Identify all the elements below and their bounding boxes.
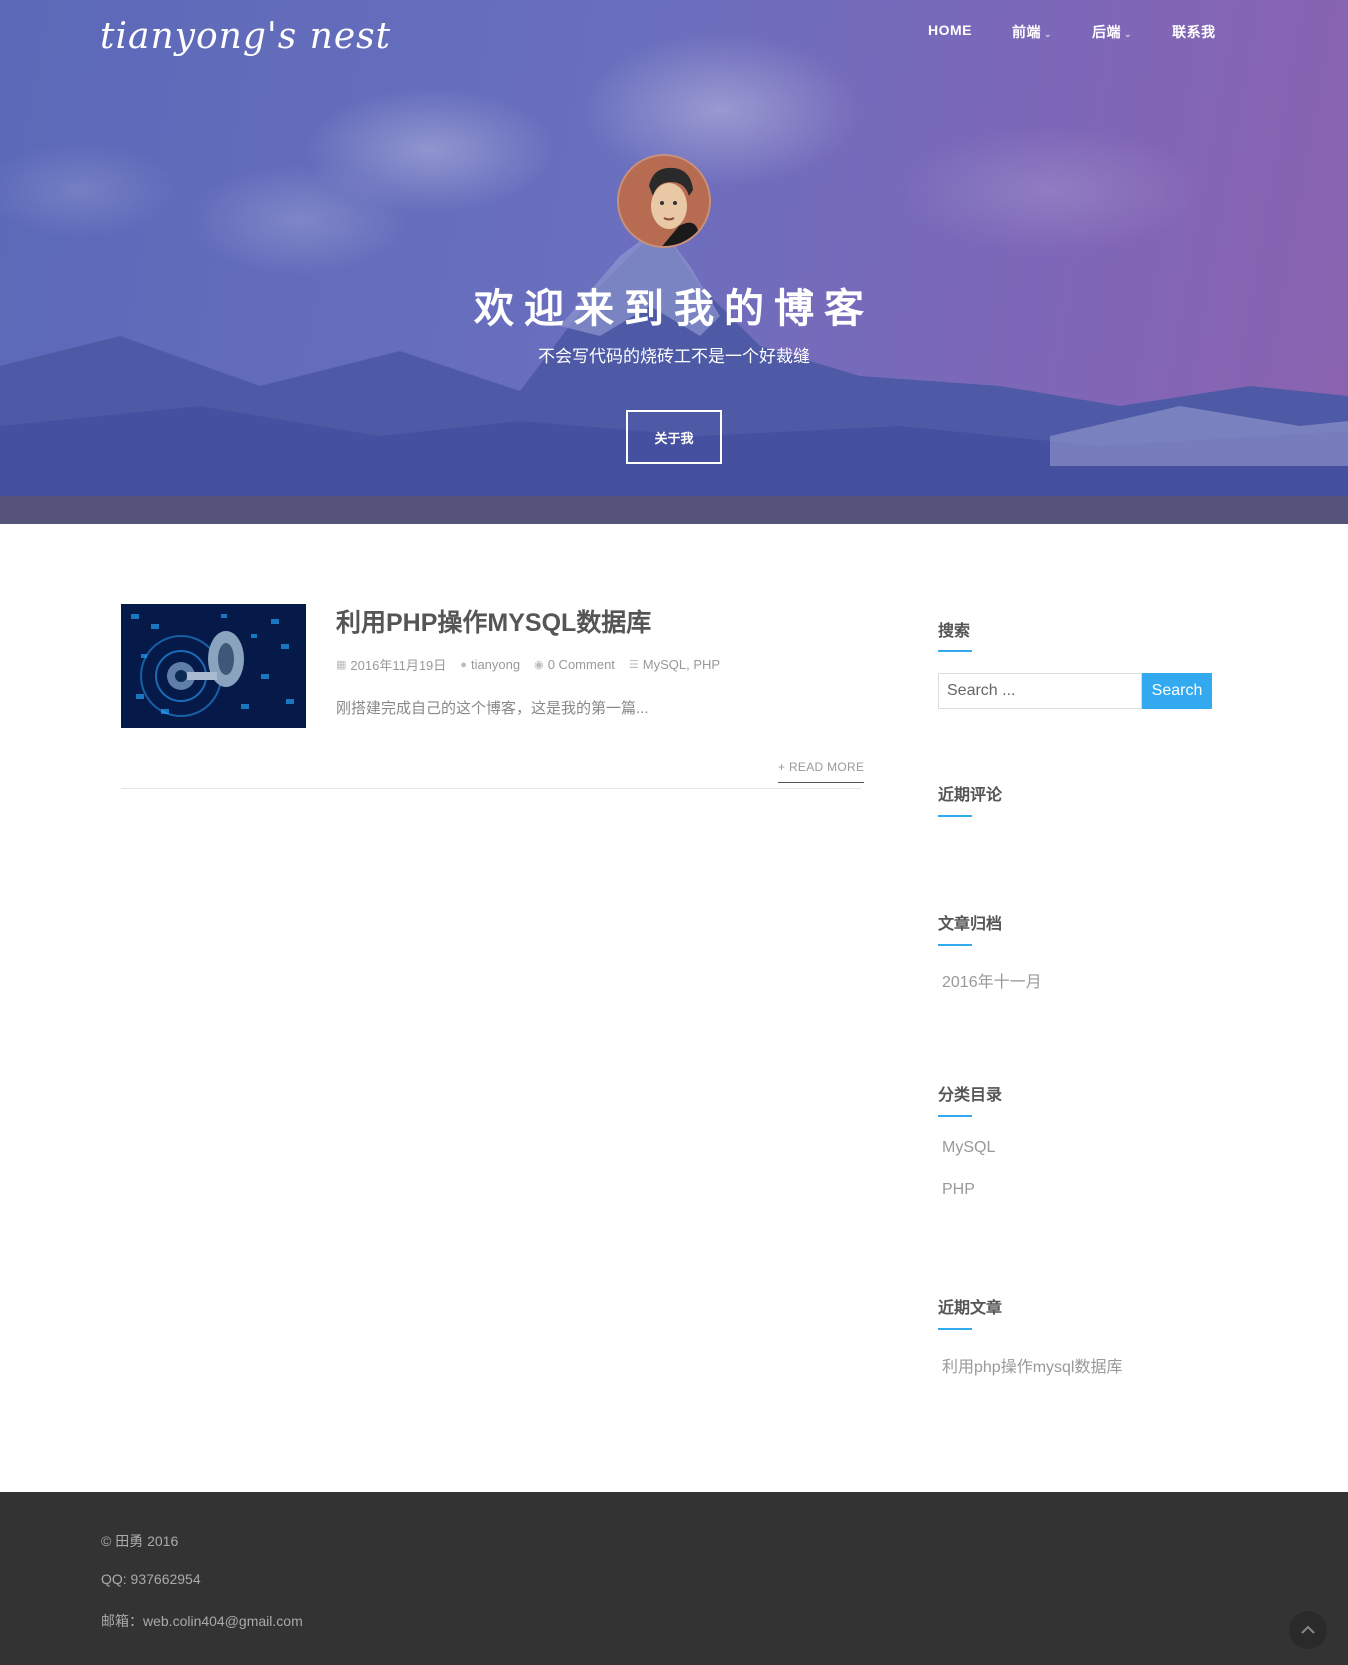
post-excerpt: 刚搭建完成自己的这个博客，这是我的第一篇...	[336, 700, 649, 717]
post-thumbnail[interactable]	[121, 604, 306, 728]
widget-underline	[938, 944, 972, 946]
category-item-mysql[interactable]: MySQL	[942, 1139, 995, 1157]
archive-item[interactable]: 2016年十一月	[942, 968, 1042, 992]
read-more-link[interactable]: + READ MORE	[778, 760, 865, 783]
avatar	[617, 154, 711, 248]
widget-underline	[938, 650, 972, 652]
chevron-up-icon	[1301, 1625, 1315, 1634]
nav-item-label: 联系我	[1172, 24, 1216, 40]
comments-icon: ◉	[534, 659, 544, 671]
back-to-top-button[interactable]	[1289, 1611, 1327, 1649]
list-icon: ☰	[628, 659, 639, 671]
footer-email: 邮箱：web.colin404@gmail.com	[101, 1613, 303, 1629]
post-categories-text: MySQL, PHP	[642, 657, 721, 672]
widget-underline	[938, 815, 972, 817]
about-me-button[interactable]: 关于我	[626, 410, 722, 464]
post-author-text: tianyong	[470, 657, 521, 672]
nav-item-backend[interactable]: 后端 ⌄	[1092, 22, 1132, 44]
post-date: ▦ 2016年11月19日	[336, 655, 446, 674]
calendar-icon: ▦	[336, 659, 347, 671]
search-button[interactable]: Search	[1142, 673, 1212, 709]
post-title[interactable]: 利用PHP操作MYSQL数据库	[336, 603, 651, 639]
chevron-down-icon: ⌄	[1124, 29, 1133, 39]
widget-title-recent-posts: 近期文章	[938, 1300, 1003, 1317]
hero-bottom-band	[0, 496, 1348, 524]
hero-title: 欢迎来到我的博客	[474, 287, 874, 331]
footer-qq: QQ: 937662954	[101, 1571, 201, 1587]
nav-item-label: 前端	[1012, 24, 1041, 40]
hero-subtitle: 不会写代码的烧砖工不是一个好裁缝	[538, 347, 810, 366]
footer-copyright: © 田勇 2016	[101, 1533, 179, 1549]
category-item-php[interactable]: PHP	[942, 1181, 975, 1199]
recent-post-item[interactable]: 利用php操作mysql数据库	[942, 1353, 1122, 1377]
nav-item-frontend[interactable]: 前端 ⌄	[1012, 22, 1052, 44]
widget-title-categories: 分类目录	[938, 1087, 1003, 1104]
chevron-down-icon: ⌄	[1044, 29, 1053, 39]
post-date-text: 2016年11月19日	[350, 658, 447, 673]
nav-item-label: HOME	[928, 22, 972, 38]
widget-title-archives: 文章归档	[938, 916, 1003, 933]
post-divider	[121, 788, 861, 789]
nav-item-label: 后端	[1092, 24, 1122, 40]
main-nav: HOME 前端 ⌄ 后端 ⌄ 联系我	[928, 22, 1256, 44]
nav-item-home[interactable]: HOME	[928, 22, 972, 44]
widget-underline	[938, 1328, 972, 1330]
site-logo[interactable]: tianyong's nest	[100, 16, 391, 57]
nav-item-contact[interactable]: 联系我	[1172, 22, 1216, 44]
post-categories[interactable]: ☰ MySQL, PHP	[629, 657, 720, 672]
user-icon: ●	[460, 658, 467, 671]
widget-underline	[938, 1115, 972, 1117]
post-comments[interactable]: ◉ 0 Comment	[534, 657, 615, 672]
search-input[interactable]	[938, 673, 1142, 709]
widget-title-search: 搜索	[938, 623, 971, 640]
post-meta: ▦ 2016年11月19日 ● tianyong ◉ 0 Comment ☰ M…	[336, 655, 734, 674]
post-comments-text: 0 Comment	[547, 657, 615, 672]
post-author[interactable]: ● tianyong	[460, 657, 520, 672]
footer	[0, 1492, 1348, 1665]
widget-title-recent-comments: 近期评论	[938, 787, 1003, 804]
